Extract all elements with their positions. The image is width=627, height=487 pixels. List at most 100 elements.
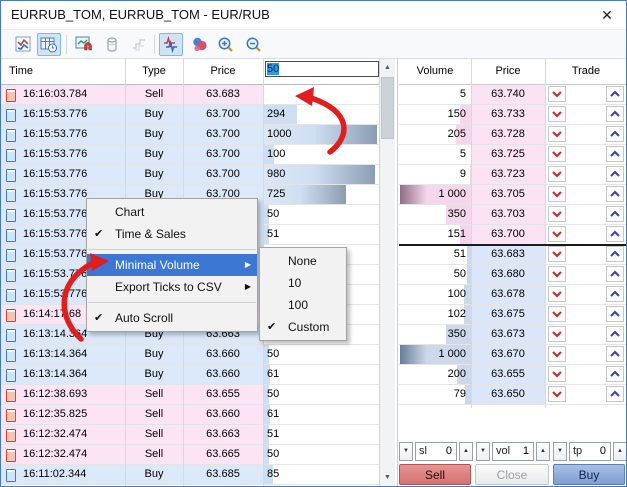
column-header-price[interactable]: Price: [183, 59, 263, 84]
sell-at-price-button[interactable]: [548, 386, 566, 402]
buy-at-price-button[interactable]: [606, 286, 624, 302]
column-header-time[interactable]: Time: [9, 59, 33, 84]
buy-at-price-button[interactable]: [606, 326, 624, 342]
submenu-item-10[interactable]: 10: [260, 272, 346, 294]
tp-decrease-button[interactable]: ▼: [553, 442, 567, 461]
tick-time: 16:15:53.776: [23, 265, 87, 284]
dom-volume: 150: [448, 105, 466, 124]
market-steps-button[interactable]: [127, 33, 151, 56]
buy-at-price-button[interactable]: [606, 166, 624, 182]
buy-at-price-button[interactable]: [606, 206, 624, 222]
buy-at-price-button[interactable]: [606, 146, 624, 162]
sell-at-price-button[interactable]: [548, 366, 566, 382]
bid-row: 5163.683: [399, 245, 627, 265]
sell-at-price-button[interactable]: [548, 206, 566, 222]
grid-line: [545, 59, 546, 408]
sell-at-price-button[interactable]: [548, 106, 566, 122]
tick-type: Buy: [125, 145, 183, 164]
menu-item-auto-scroll[interactable]: ✔Auto Scroll: [87, 307, 257, 329]
sell-at-price-button[interactable]: [548, 326, 566, 342]
buy-at-price-button[interactable]: [606, 246, 624, 262]
sell-at-price-button[interactable]: [548, 246, 566, 262]
tick-chart-button[interactable]: [159, 33, 183, 56]
column-header-volume[interactable]: Volume: [399, 59, 471, 84]
buy-at-price-button[interactable]: [606, 186, 624, 202]
buy-at-price-button[interactable]: [606, 346, 624, 362]
tick-type: Buy: [125, 465, 183, 484]
tape-row[interactable]: 16:12:32.474Sell63.66550: [1, 445, 379, 465]
menu-item-chart[interactable]: Chart: [87, 201, 257, 223]
sell-at-price-button[interactable]: [548, 146, 566, 162]
menu-item-export-ticks-to-csv[interactable]: Export Ticks to CSV▶: [87, 276, 257, 298]
chart-magnet-button[interactable]: [72, 33, 96, 56]
scrollbar-thumb[interactable]: [381, 77, 394, 139]
buy-tick-icon: [6, 469, 16, 482]
column-header-trade[interactable]: Trade: [545, 59, 627, 84]
sell-at-price-button[interactable]: [548, 86, 566, 102]
tape-row[interactable]: 16:13:14.364Buy63.66050: [1, 345, 379, 365]
depth-cylinder-button[interactable]: [100, 33, 124, 56]
sell-at-price-button[interactable]: [548, 166, 566, 182]
tape-row[interactable]: 16:15:53.776Buy63.700100: [1, 145, 379, 165]
buy-at-price-button[interactable]: [606, 226, 624, 242]
tape-row[interactable]: 16:12:38.693Sell63.65550: [1, 385, 379, 405]
tape-row[interactable]: 16:11:02.344Buy63.68585: [1, 465, 379, 485]
zoom-out-button[interactable]: [242, 33, 266, 56]
buy-button[interactable]: Buy: [553, 464, 625, 485]
menu-item-minimal-volume[interactable]: Minimal Volume▶: [87, 254, 257, 276]
vol-decrease-button[interactable]: ▼: [476, 442, 490, 461]
tape-row[interactable]: 16:15:53.776Buy63.700980: [1, 165, 379, 185]
dom-volume: 50: [454, 265, 466, 284]
buy-at-price-button[interactable]: [606, 366, 624, 382]
dom-price: 63.655: [471, 365, 545, 384]
sell-button[interactable]: Sell: [399, 464, 471, 485]
panel-splitter[interactable]: [397, 59, 398, 487]
buy-at-price-button[interactable]: [606, 106, 624, 122]
sell-at-price-button[interactable]: [548, 186, 566, 202]
buy-at-price-button[interactable]: [606, 306, 624, 322]
buy-at-price-button[interactable]: [606, 386, 624, 402]
sell-at-price-button[interactable]: [548, 266, 566, 282]
close-position-button[interactable]: Close: [475, 464, 549, 485]
sl-input[interactable]: sl 0: [415, 442, 457, 461]
tape-row[interactable]: 16:15:53.776Buy63.7001000: [1, 125, 379, 145]
column-header-dom-price[interactable]: Price: [471, 59, 545, 84]
bubbles-button[interactable]: [187, 33, 211, 56]
tick-price: 63.700: [183, 125, 263, 144]
submenu-item-custom[interactable]: ✔Custom: [260, 316, 346, 338]
buy-tick-icon: [6, 129, 16, 142]
vertical-scrollbar[interactable]: ▲ ▼: [379, 59, 395, 486]
sell-at-price-button[interactable]: [548, 346, 566, 362]
menu-item-time-sales[interactable]: ✔Time & Sales: [87, 223, 257, 245]
close-button[interactable]: ✕: [594, 4, 620, 26]
submenu-arrow-icon: ▶: [245, 254, 251, 276]
sell-at-price-button[interactable]: [548, 226, 566, 242]
tape-row[interactable]: 16:12:35.825Sell63.66061: [1, 405, 379, 425]
buy-at-price-button[interactable]: [606, 126, 624, 142]
vol-increase-button[interactable]: ▲: [536, 442, 550, 461]
tape-row[interactable]: 16:13:14.364Buy63.66061: [1, 365, 379, 385]
zoom-in-button[interactable]: [214, 33, 238, 56]
scroll-up-arrow-icon[interactable]: ▲: [380, 59, 395, 76]
minimal-volume-edit-input[interactable]: 50: [265, 61, 379, 77]
tape-row[interactable]: 16:12:32.474Sell63.66351: [1, 425, 379, 445]
submenu-item-100[interactable]: 100: [260, 294, 346, 316]
new-chart-button[interactable]: [11, 33, 35, 56]
sl-increase-button[interactable]: ▲: [459, 442, 473, 461]
submenu-item-none[interactable]: None: [260, 250, 346, 272]
buy-at-price-button[interactable]: [606, 86, 624, 102]
tp-input[interactable]: tp 0: [569, 442, 611, 461]
tp-increase-button[interactable]: ▲: [613, 442, 627, 461]
sell-at-price-button[interactable]: [548, 126, 566, 142]
time-sales-table-button[interactable]: [37, 33, 61, 56]
tape-row[interactable]: 16:15:53.776Buy63.700294: [1, 105, 379, 125]
sell-at-price-button[interactable]: [548, 306, 566, 322]
tape-row[interactable]: 16:16:03.784Sell63.683: [1, 85, 379, 105]
buy-at-price-button[interactable]: [606, 266, 624, 282]
time-sales-table-icon: [40, 36, 58, 53]
vol-input[interactable]: vol 1: [492, 442, 534, 461]
column-header-type[interactable]: Type: [125, 59, 183, 84]
sl-decrease-button[interactable]: ▼: [399, 442, 413, 461]
sell-at-price-button[interactable]: [548, 286, 566, 302]
scroll-down-arrow-icon[interactable]: ▼: [380, 469, 395, 486]
